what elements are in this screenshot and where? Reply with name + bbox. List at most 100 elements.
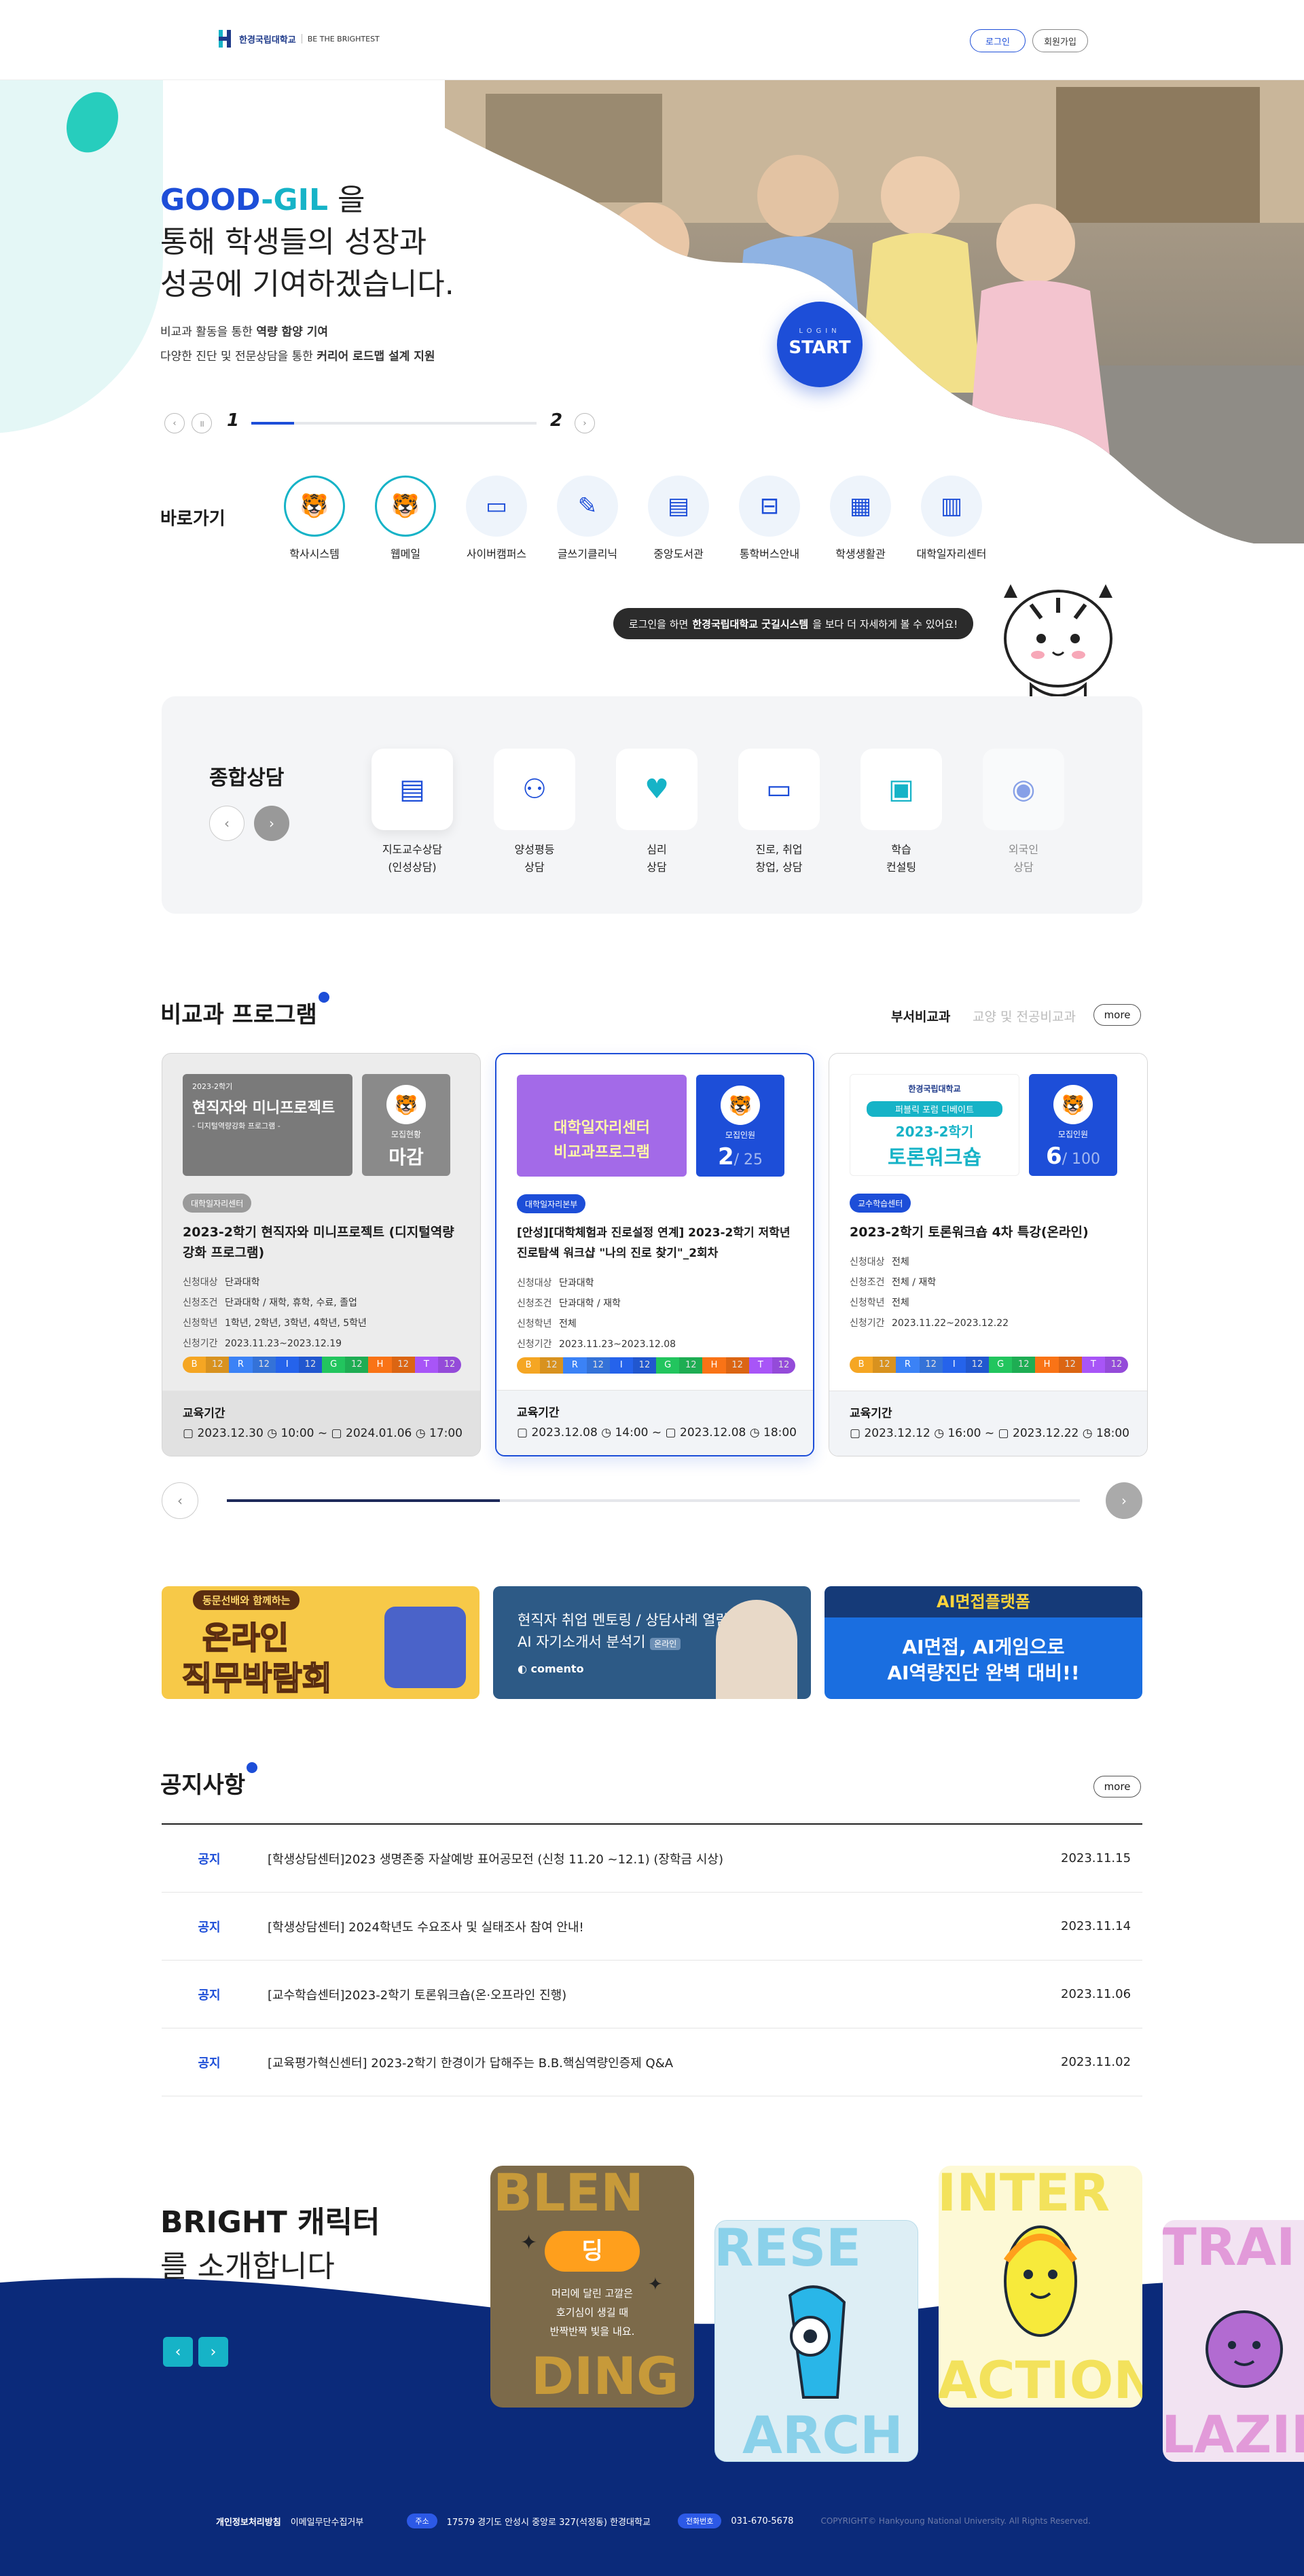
program-card[interactable]: 2023-2학기 현직자와 미니프로젝트 - 디지털역량강화 프로그램 - 🐯 모… xyxy=(162,1053,481,1456)
notice-subject[interactable]: [교육평가혁신센터] 2023-2학기 한경이가 답해주는 B.B.핵심역량인증… xyxy=(257,2054,1061,2071)
notices-more-button[interactable]: more xyxy=(1093,1776,1141,1797)
hero-title-line1-rest: 을 xyxy=(328,183,365,217)
counseling-item-advisor[interactable]: ▤ 지도교수상담 (인성상담) xyxy=(361,749,463,876)
laptop-icon: ▭ xyxy=(466,476,527,537)
chevron-right-icon: › xyxy=(269,815,274,831)
banner-text: 직무박람회 xyxy=(181,1659,333,1698)
tab-major-programs[interactable]: 교양 및 전공비교과 xyxy=(973,1007,1076,1025)
info-label: 신청대상 xyxy=(183,1277,218,1288)
chevron-right-icon: › xyxy=(210,2343,217,2361)
people-icon: ⚇ xyxy=(494,749,575,830)
banner-text: AI 자기소개서 분석기 xyxy=(518,1634,646,1650)
slide-pause-button[interactable]: ॥ xyxy=(192,413,212,433)
site-logo[interactable]: 한경국립대학교 BE THE BRIGHTEST xyxy=(219,30,380,48)
competency-tag: B xyxy=(517,1357,541,1374)
characters-prev-button[interactable]: ‹ xyxy=(163,2337,193,2367)
thumb-text: 비교과프로그램 xyxy=(554,1144,650,1161)
programs-prev-button[interactable]: ‹ xyxy=(162,1482,198,1519)
counseling-item-learning[interactable]: ▣ 학습 컨설팅 xyxy=(850,749,952,876)
notice-row[interactable]: 공지 [학생상담센터]2023 생명존중 자살예방 표어공모전 (신청 11.20… xyxy=(162,1825,1142,1893)
counseling-next-button[interactable]: › xyxy=(254,806,289,841)
programs-next-button[interactable]: › xyxy=(1106,1482,1142,1519)
quick-link-writing-clinic[interactable]: ✎ 글쓰기클리닉 xyxy=(547,476,628,561)
counseling-item-foreigner[interactable]: ◉ 외국인 상담 xyxy=(973,749,1074,876)
character-bg-word: ARCH xyxy=(742,2405,903,2462)
footer-tel: 031-670-5678 xyxy=(731,2516,794,2526)
hero-title-good: GOOD xyxy=(160,183,261,217)
quick-link-bus[interactable]: ⊟ 통학버스안내 xyxy=(729,476,810,561)
pencil-icon: ✎ xyxy=(557,476,618,537)
character-card-interaction[interactable]: INTER ACTION xyxy=(939,2166,1142,2408)
info-label: 신청기간 xyxy=(517,1339,552,1350)
notice-date: 2023.11.14 xyxy=(1061,1919,1131,1933)
footer-privacy-link[interactable]: 개인정보처리방침 xyxy=(216,2515,281,2528)
program-title: [안성][대학체험과 진로설정 연계] 2023-2학기 저학년 진로탐색 워크… xyxy=(517,1226,791,1260)
banner-ai-interview[interactable]: AI면접플랫폼 AI면접, AI게임으로 AI역량진단 완벽 대비!! xyxy=(825,1586,1142,1699)
quick-link-career-center[interactable]: ▥ 대학일자리센터 xyxy=(911,476,992,561)
notice-subject[interactable]: [교수학습센터]2023-2학기 토론워크숍(온·오프라인 진행) xyxy=(257,1986,1061,2003)
counseling-prev-button[interactable]: ‹ xyxy=(209,806,244,841)
program-thumbnail: 2023-2학기 현직자와 미니프로젝트 - 디지털역량강화 프로그램 - xyxy=(183,1074,352,1176)
programs-more-button[interactable]: more xyxy=(1093,1004,1141,1026)
slide-next-button[interactable]: › xyxy=(575,413,595,433)
character-card-ding[interactable]: BLEN DING 딩 머리에 달린 고깔은 호기심이 생길 때 반짝반짝 빛을… xyxy=(490,2166,694,2408)
login-button[interactable]: 로그인 xyxy=(970,29,1026,52)
competency-tag: B xyxy=(850,1357,873,1373)
counseling-item-psychology[interactable]: ♥ 심리 상담 xyxy=(606,749,708,876)
notice-row[interactable]: 공지 [학생상담센터] 2024학년도 수요조사 및 실태조사 참여 안내! 202… xyxy=(162,1893,1142,1961)
notice-subject[interactable]: [학생상담센터] 2024학년도 수요조사 및 실태조사 참여 안내! xyxy=(257,1918,1061,1935)
quick-link-dormitory[interactable]: ▦ 학생생활관 xyxy=(820,476,901,561)
quick-link-library[interactable]: ▤ 중앙도서관 xyxy=(638,476,719,561)
site-footer: 개인정보처리방침 이메일무단수집거부 주소 17579 경기도 안성시 중앙로 … xyxy=(0,2486,1304,2576)
tiger-mascot-icon: 🐯 xyxy=(1053,1085,1093,1124)
competency-tag: H xyxy=(1035,1357,1059,1373)
characters-next-button[interactable]: › xyxy=(198,2337,228,2367)
notice-subject[interactable]: [학생상담센터]2023 생명존중 자살예방 표어공모전 (신청 11.20 ~… xyxy=(257,1850,1061,1867)
notice-row[interactable]: 공지 [교수학습센터]2023-2학기 토론워크숍(온·오프라인 진행) 2023.… xyxy=(162,1961,1142,2028)
hero-sub2-text: 다양한 진단 및 전문상담을 통한 xyxy=(160,350,317,363)
tiger-mascot-icon: 🐯 xyxy=(386,1085,426,1124)
join-button[interactable]: 회원가입 xyxy=(1032,29,1088,52)
program-org-badge: 대학일자리본부 xyxy=(517,1194,586,1213)
character-card-research[interactable]: RESE ARCH xyxy=(714,2220,918,2462)
hero-title: GOOD-GIL 을 통해 학생들의 성장과 성공에 기여하겠습니다. xyxy=(160,179,454,306)
login-start-button[interactable]: LOGIN START xyxy=(777,302,863,387)
counseling-item-label: 외국인 상담 xyxy=(1008,843,1039,874)
quick-link-webmail[interactable]: 🐯 웹메일 xyxy=(365,476,446,561)
competency-tag: T xyxy=(1081,1357,1105,1373)
info-value: 전체 xyxy=(559,1319,577,1329)
thumb-text: 토론워크숍 xyxy=(888,1146,981,1170)
character-card-training[interactable]: TRAI LAZIN xyxy=(1163,2220,1304,2462)
competency-tag: 12 xyxy=(1104,1357,1128,1373)
program-card[interactable]: 한경국립대학교 퍼블릭 포럼 디베이트 2023-2학기 토론워크숍 🐯 모집인원… xyxy=(829,1053,1148,1456)
notice-row[interactable]: 공지 [교육평가혁신센터] 2023-2학기 한경이가 답해주는 B.B.핵심역량… xyxy=(162,2028,1142,2096)
program-card[interactable]: 대학일자리센터 비교과프로그램 🐯 모집인원 2/ 25 대학일자리본부 [안성][… xyxy=(495,1053,814,1456)
competency-tag: I xyxy=(275,1357,299,1373)
thumb-text: 현직자와 미니프로젝트 xyxy=(192,1100,336,1117)
notice-kind: 공지 xyxy=(198,1852,221,1867)
banner-comento[interactable]: 현직자 취업 멘토링 / 상담사례 열람 AI 자기소개서 분석기 온라인 ◐ … xyxy=(493,1586,811,1699)
programs-scrollbar[interactable] xyxy=(227,1499,1080,1502)
banner-online-job-fair[interactable]: 동문선배와 함께하는 온라인 직무박람회 xyxy=(162,1586,479,1699)
slide-prev-button[interactable]: ‹ xyxy=(164,413,185,433)
quick-link-cyber-campus[interactable]: ▭ 사이버캠퍼스 xyxy=(456,476,537,561)
badge-value: 6 xyxy=(1045,1143,1062,1170)
building-icon: ▥ xyxy=(921,476,982,537)
info-label: 신청대상 xyxy=(517,1278,552,1289)
footer-email-policy-link[interactable]: 이메일무단수집거부 xyxy=(291,2515,364,2528)
interaction-character-illustration xyxy=(1003,2225,1078,2337)
competency-tag: H xyxy=(368,1357,392,1373)
bus-icon: ⊟ xyxy=(739,476,800,537)
counseling-item-gender[interactable]: ⚇ 양성평등 상담 xyxy=(484,749,585,876)
competency-tag: I xyxy=(942,1357,966,1373)
quick-link-academic[interactable]: 🐯 학사시스템 xyxy=(274,476,355,561)
programs-scrollbar-thumb[interactable] xyxy=(227,1499,500,1502)
character-name: 딩 xyxy=(545,2231,640,2272)
start-label: START xyxy=(789,338,851,358)
program-period: 교육기간 ▢ 2023.12.12 ◷ 16:00 ~ ▢ 2023.12.22 … xyxy=(829,1391,1147,1456)
counseling-item-career[interactable]: ▭ 진로, 취업 창업, 상담 xyxy=(728,749,830,876)
period-value: ▢ 2023.12.30 ◷ 10:00 ~ ▢ 2024.01.06 ◷ 17… xyxy=(183,1427,463,1440)
thumb-text: 2023-2학기 xyxy=(192,1082,233,1091)
info-label: 신청기간 xyxy=(183,1338,218,1349)
tab-department-programs[interactable]: 부서비교과 xyxy=(891,1007,950,1025)
